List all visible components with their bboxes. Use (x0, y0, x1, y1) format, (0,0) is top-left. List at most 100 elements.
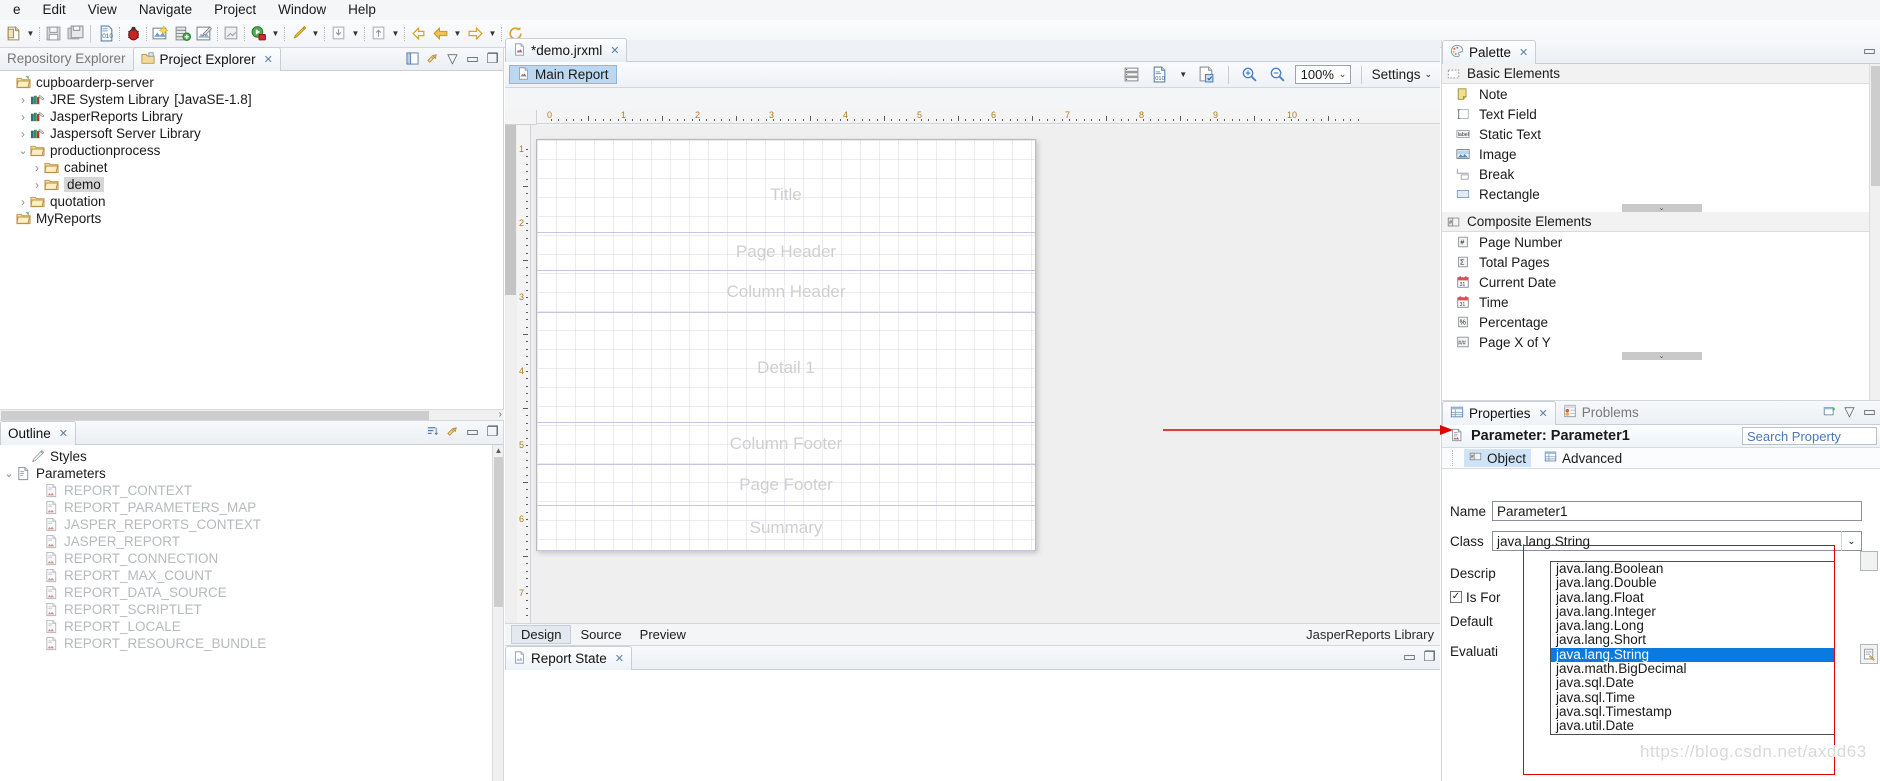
tree-item[interactable]: cupboarderp-server (0, 74, 503, 91)
report-band[interactable]: Column Footer (537, 423, 1035, 465)
name-expression-button[interactable] (1860, 551, 1878, 571)
palette-item[interactable]: Image (1442, 144, 1880, 164)
outline-tree[interactable]: Styles ⌄ Parameters REPORT_CONTEXT REPORT_PA… (0, 445, 503, 652)
tab-object[interactable]: # Object (1464, 449, 1532, 467)
dropdown-option[interactable]: java.lang.Long (1551, 618, 1834, 633)
dropdown-option[interactable]: java.lang.Double (1551, 575, 1834, 590)
dropdown-option[interactable]: java.util.Date (1551, 718, 1834, 733)
chevron-right-icon[interactable]: › (16, 93, 30, 107)
menu-item-navigate[interactable]: Navigate (128, 0, 203, 20)
palette-vscrollbar[interactable] (1869, 64, 1880, 400)
class-dropdown-list[interactable]: java.lang.Boolean java.lang.Double java.la… (1550, 561, 1835, 735)
close-icon[interactable]: ✕ (615, 652, 624, 665)
report-band[interactable]: Page Header (537, 233, 1035, 271)
chevron-down-icon[interactable]: ⌄ (16, 144, 30, 157)
palette-item[interactable]: Note (1442, 84, 1880, 104)
minimize-icon[interactable]: ▭ (1863, 404, 1876, 419)
menu-item-window[interactable]: Window (267, 0, 337, 20)
palette-item[interactable]: Break (1442, 164, 1880, 184)
sort-icon[interactable] (426, 425, 439, 438)
tree-item[interactable]: REPORT_SCRIPTLET (0, 601, 503, 618)
pencil-icon[interactable] (287, 23, 309, 45)
project-explorer-tree[interactable]: cupboarderp-server › JRE System Library [Ja… (0, 71, 503, 227)
chevron-right-icon[interactable]: › (16, 110, 30, 124)
palette-item[interactable]: #/# Page X of Y (1442, 332, 1880, 352)
report-page[interactable]: Title Page Header Column Header Detail 1 Col… (536, 139, 1036, 551)
palette-scroll-down-button[interactable]: ⌄ (1621, 352, 1702, 360)
export-icon[interactable] (220, 23, 242, 45)
report-band[interactable]: Title (537, 158, 1035, 233)
tab-repository-explorer[interactable]: Repository Explorer (0, 47, 133, 70)
dropdown-option[interactable]: java.lang.Integer (1551, 604, 1834, 619)
default-expression-button[interactable] (1860, 644, 1878, 664)
tab-project-explorer[interactable]: Project Explorer ✕ (132, 47, 281, 71)
dropdown-option[interactable]: java.sql.Timestamp (1551, 704, 1834, 719)
prev-arrow-icon[interactable] (429, 23, 451, 45)
dropdown-option[interactable]: java.lang.Float (1551, 590, 1834, 605)
menu-item-view[interactable]: View (77, 0, 128, 20)
tab-report-state[interactable]: Report State ✕ (505, 646, 633, 670)
minimize-icon[interactable]: ▭ (1403, 649, 1416, 664)
maximize-icon[interactable]: ❐ (486, 51, 499, 66)
datasource-icon[interactable] (171, 23, 193, 45)
dropdown-option[interactable]: java.sql.Date (1551, 676, 1834, 691)
save-all-icon[interactable] (64, 23, 86, 45)
tree-item[interactable]: REPORT_DATA_SOURCE (0, 584, 503, 601)
tab-demo-jrxml[interactable]: *demo.jrxml ✕ (505, 38, 628, 62)
dropdown-option[interactable]: java.math.BigDecimal (1551, 661, 1834, 676)
menu-item-file[interactable]: e (2, 0, 32, 20)
bands-toggle-icon[interactable] (1121, 64, 1143, 86)
prev-dropdown-icon[interactable]: ▼ (451, 23, 464, 45)
close-icon[interactable]: ✕ (610, 44, 619, 57)
report-band[interactable]: Detail 1 (537, 313, 1035, 423)
back-arrow-icon[interactable] (407, 23, 429, 45)
close-icon[interactable]: ✕ (1519, 46, 1528, 59)
source-icon[interactable]: 010 (95, 23, 117, 45)
tree-item[interactable]: Styles (0, 448, 503, 465)
new-dropdown-icon[interactable]: ▼ (24, 23, 37, 45)
menu-item-project[interactable]: Project (203, 0, 267, 20)
tree-item[interactable]: › demo (0, 176, 503, 193)
report-band[interactable]: Page Footer (537, 465, 1035, 506)
is-for-prompting-checkbox[interactable]: ✓ (1450, 591, 1462, 603)
tree-item[interactable]: JASPER_REPORTS_CONTEXT (0, 516, 503, 533)
debug-icon[interactable] (122, 23, 144, 45)
tree-item[interactable]: REPORT_CONTEXT (0, 482, 503, 499)
save-icon[interactable] (42, 23, 64, 45)
tree-item[interactable]: REPORT_RESOURCE_BUNDLE (0, 635, 503, 652)
run-icon[interactable] (247, 23, 269, 45)
tree-item[interactable]: › cabinet (0, 159, 503, 176)
import-icon[interactable] (327, 23, 349, 45)
compile-icon[interactable] (193, 23, 215, 45)
palette-item[interactable]: 31 Current Date (1442, 272, 1880, 292)
import-dropdown-icon[interactable]: ▼ (349, 23, 362, 45)
palette-item[interactable]: # Page Number (1442, 232, 1880, 252)
collapse-all-icon[interactable] (406, 52, 419, 65)
tab-advanced[interactable]: Advanced (1539, 449, 1627, 467)
next-dropdown-icon[interactable]: ▼ (486, 23, 499, 45)
tree-item[interactable]: REPORT_MAX_COUNT (0, 567, 503, 584)
settings-label[interactable]: Settings (1372, 67, 1421, 82)
export2-dropdown-icon[interactable]: ▼ (389, 23, 402, 45)
close-icon[interactable]: ✕ (59, 427, 68, 440)
dropdown-option[interactable]: java.lang.Short (1551, 633, 1834, 648)
new-icon[interactable] (2, 23, 24, 45)
settings-chevron-down-icon[interactable]: ⌄ (1424, 69, 1432, 80)
palette-category[interactable]: Basic Elements (1442, 64, 1880, 84)
tree-item[interactable]: › Jaspersoft Server Library (0, 125, 503, 142)
view-menu-icon[interactable]: ▽ (1843, 404, 1856, 419)
report-band[interactable]: Summary (537, 506, 1035, 551)
zoom-in-icon[interactable] (1239, 64, 1261, 86)
chevron-right-icon[interactable]: › (16, 127, 30, 141)
tab-design[interactable]: Design (511, 624, 572, 644)
project-explorer-hscrollbar[interactable]: › (0, 409, 504, 420)
close-icon[interactable]: ✕ (264, 53, 273, 66)
chevron-right-icon[interactable]: › (30, 161, 44, 175)
dropdown-option[interactable]: java.lang.Boolean (1551, 561, 1834, 576)
chevron-right-icon[interactable]: › (30, 178, 44, 192)
search-property-input[interactable]: Search Property (1742, 427, 1877, 445)
outline-vscrollbar[interactable]: ▲ (492, 445, 503, 781)
chevron-down-icon[interactable]: ⌄ (1841, 531, 1861, 551)
palette-item[interactable]: Σ Total Pages (1442, 252, 1880, 272)
view-menu-icon[interactable]: ▽ (446, 51, 459, 66)
